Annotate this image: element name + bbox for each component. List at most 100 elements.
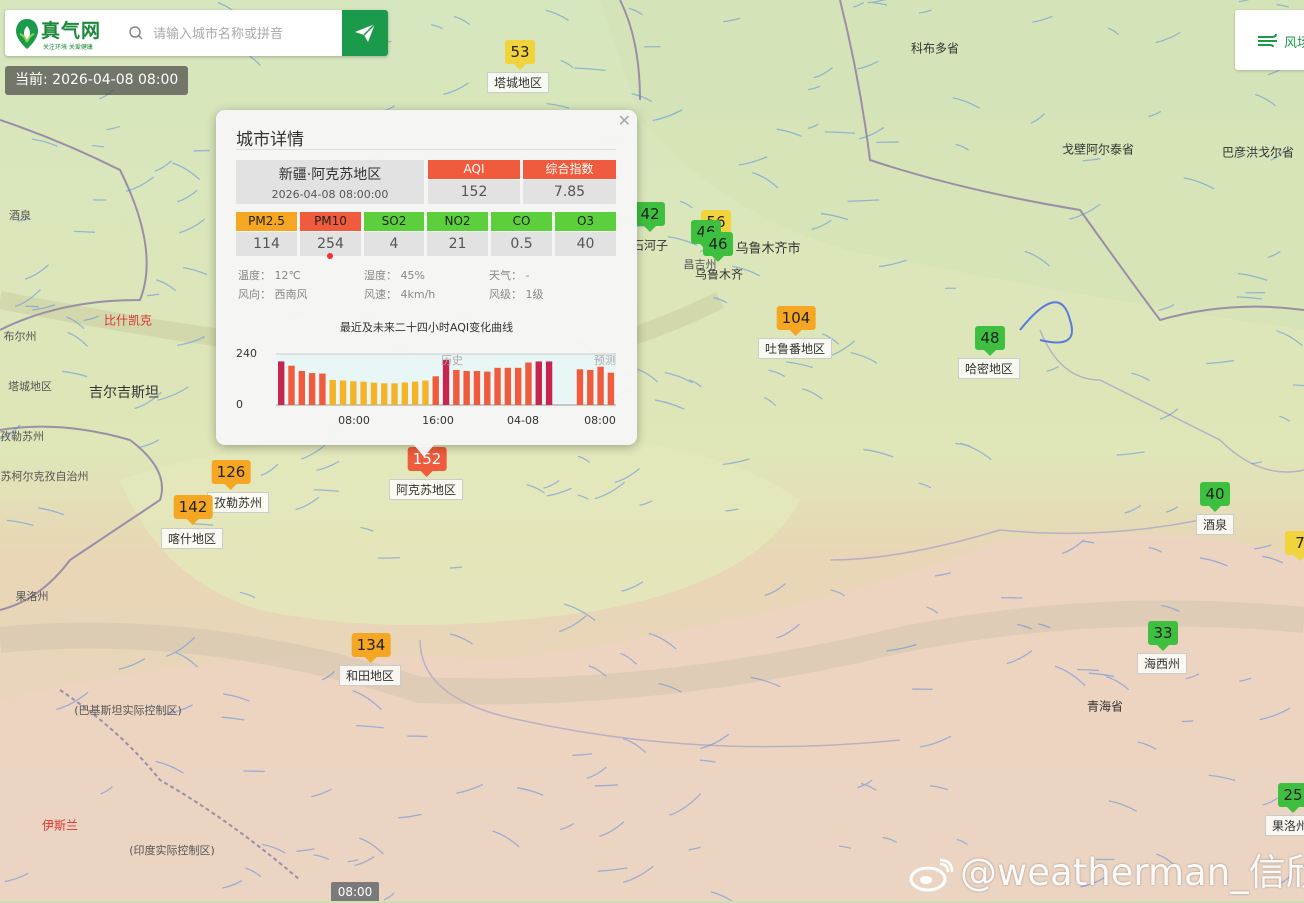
aqi-bar[interactable] [515, 368, 521, 405]
aqi-bar[interactable] [340, 381, 346, 405]
weather-wind-speed: 风速： 4km/h [364, 286, 435, 302]
x-tick-label: 08:00 [338, 414, 370, 427]
station-label-kizilsu[interactable]: 孜勒苏州 [207, 492, 269, 513]
wind-icon [1257, 32, 1279, 48]
aqi-bar[interactable] [299, 371, 305, 405]
aqi-bar[interactable] [494, 368, 500, 405]
aqi-bar[interactable] [484, 372, 490, 405]
pollutant-cell-o3: O340 [555, 212, 616, 256]
city-search-input[interactable] [151, 20, 343, 48]
aqi-24h-chart[interactable]: 2400历史预测08:0016:0004-0808:00 [236, 346, 621, 432]
aqi-bar[interactable] [309, 373, 315, 405]
aqi-bar[interactable] [433, 376, 439, 405]
watermark-text: @weatherman_信欣 [960, 851, 1304, 894]
pollutant-label: SO2 [364, 212, 424, 231]
aqi-marker-golog[interactable]: 25 [1278, 783, 1304, 807]
aqi-bar[interactable] [463, 371, 469, 405]
pollutant-label: PM10 [300, 212, 361, 231]
y-tick-label: 240 [236, 347, 257, 360]
aqi-label: AQI [428, 160, 520, 179]
station-label-turpan[interactable]: 吐鲁番地区 [758, 338, 832, 359]
aqi-marker-jiuquan[interactable]: 40 [1200, 482, 1230, 506]
aqi-bar[interactable] [536, 361, 542, 405]
aqi-bar[interactable] [288, 366, 294, 405]
aqi-marker-haixi[interactable]: 33 [1148, 621, 1178, 645]
aqi-marker-tacheng[interactable]: 53 [505, 40, 535, 64]
pollutant-value: 40 [555, 232, 616, 256]
place-label-kyrgyzstan: 吉尔吉斯坦 [89, 382, 159, 402]
logo-text: 真气网 [41, 16, 101, 43]
logo-subtitle: 关注环境 关爱健康 [43, 42, 93, 51]
aqi-chart-title: 最近及未来二十四小时AQI变化曲线 [216, 319, 637, 335]
weather-wind-direction: 风向： 西南风 [238, 286, 308, 302]
aqi-bar[interactable] [360, 382, 366, 405]
place-label-osh: 克孜勒苏柯尔克孜自治州 [0, 468, 89, 484]
history-label: 历史 [441, 354, 463, 367]
station-label-aksu[interactable]: 阿克苏地区 [389, 479, 463, 500]
aqi-value: 152 [428, 180, 520, 204]
aqi-bar[interactable] [350, 381, 356, 405]
aqi-bar[interactable] [278, 361, 284, 405]
place-label-islamabad: 伊斯兰 [42, 817, 78, 834]
aqi-bar[interactable] [330, 380, 336, 405]
aqi-bar[interactable] [577, 369, 583, 405]
aqi-bar[interactable] [422, 381, 428, 405]
composite-index-value: 7.85 [523, 180, 616, 204]
aqi-marker-kizilsu[interactable]: 126 [212, 460, 251, 484]
aqi-marker-turpan[interactable]: 104 [777, 306, 816, 330]
watermark: @weatherman_信欣 [908, 842, 1304, 896]
search-submit-button[interactable] [342, 10, 388, 56]
wind-streak [1077, 670, 1099, 671]
station-label-hami[interactable]: 哈密地区 [958, 358, 1020, 379]
aqi-bar[interactable] [453, 370, 459, 405]
wind-field-label: 风场 [1284, 32, 1304, 51]
aqi-bar[interactable] [402, 382, 408, 405]
aqi-bar[interactable] [525, 363, 531, 406]
place-label-buer: 酒泉 [9, 207, 31, 223]
aqi-bar[interactable] [371, 383, 377, 405]
aqi-bar[interactable] [608, 373, 614, 405]
pollutant-label: O3 [555, 212, 616, 231]
place-label-lar: 布尔州 [4, 328, 37, 344]
aqi-bar[interactable] [546, 361, 552, 405]
pollutant-label: NO2 [427, 212, 488, 231]
aqi-bar[interactable] [505, 368, 511, 405]
aqi-marker-urumqi[interactable]: 46 [703, 232, 733, 256]
timeline-handle[interactable]: 08:00 [331, 882, 379, 901]
station-label-hotan[interactable]: 和田地区 [339, 665, 401, 686]
pollutant-label: CO [491, 212, 552, 231]
place-label-qinghai: 青海省 [1087, 698, 1123, 715]
site-logo[interactable]: 真气网 关注环境 关爱健康 [15, 16, 123, 52]
close-icon[interactable]: ✕ [618, 111, 631, 130]
aqi-bar[interactable] [412, 382, 418, 405]
current-time-badge: 当前: 2026-04-08 08:00 [5, 66, 188, 95]
aqi-marker-hami[interactable]: 48 [975, 326, 1005, 350]
aqi-marker-shihezi[interactable]: 42 [635, 202, 665, 226]
station-label-urumqi: 乌鲁木齐 [695, 266, 743, 283]
weather-wind-level: 风级： 1级 [489, 286, 544, 302]
y-tick-label: 0 [236, 398, 243, 411]
map-background[interactable] [0, 0, 1304, 901]
station-label-golog[interactable]: 果洛州 [1265, 815, 1304, 836]
aqi-bar[interactable] [319, 374, 325, 405]
x-tick-label: 16:00 [422, 414, 454, 427]
composite-index-label: 综合指数 [523, 160, 616, 179]
pollutant-value: 4 [364, 232, 424, 256]
aqi-bar[interactable] [474, 371, 480, 405]
aqi-bar[interactable] [597, 367, 603, 405]
station-label-tacheng[interactable]: 塔城地区 [487, 72, 549, 93]
station-label-jiuquan[interactable]: 酒泉 [1196, 514, 1234, 535]
aqi-bar[interactable] [587, 370, 593, 405]
place-label-bayankhongor: 巴彦洪戈尔省 [1222, 144, 1294, 161]
aqi-marker-hotan[interactable]: 134 [352, 633, 391, 657]
station-label-kashgar[interactable]: 喀什地区 [161, 528, 223, 549]
aqi-bar[interactable] [381, 383, 387, 405]
aqi-bar[interactable] [391, 383, 397, 405]
weather-temperature: 温度： 12℃ [238, 267, 301, 283]
wind-streak [1182, 721, 1194, 722]
popup-title: 城市详情 [236, 125, 304, 150]
aqi-marker-zhangye[interactable]: 7 [1285, 531, 1304, 555]
station-label-haixi[interactable]: 海西州 [1137, 653, 1187, 674]
wind-field-toggle[interactable]: 风场 [1235, 10, 1304, 70]
aqi-marker-kashgar[interactable]: 142 [174, 495, 213, 519]
